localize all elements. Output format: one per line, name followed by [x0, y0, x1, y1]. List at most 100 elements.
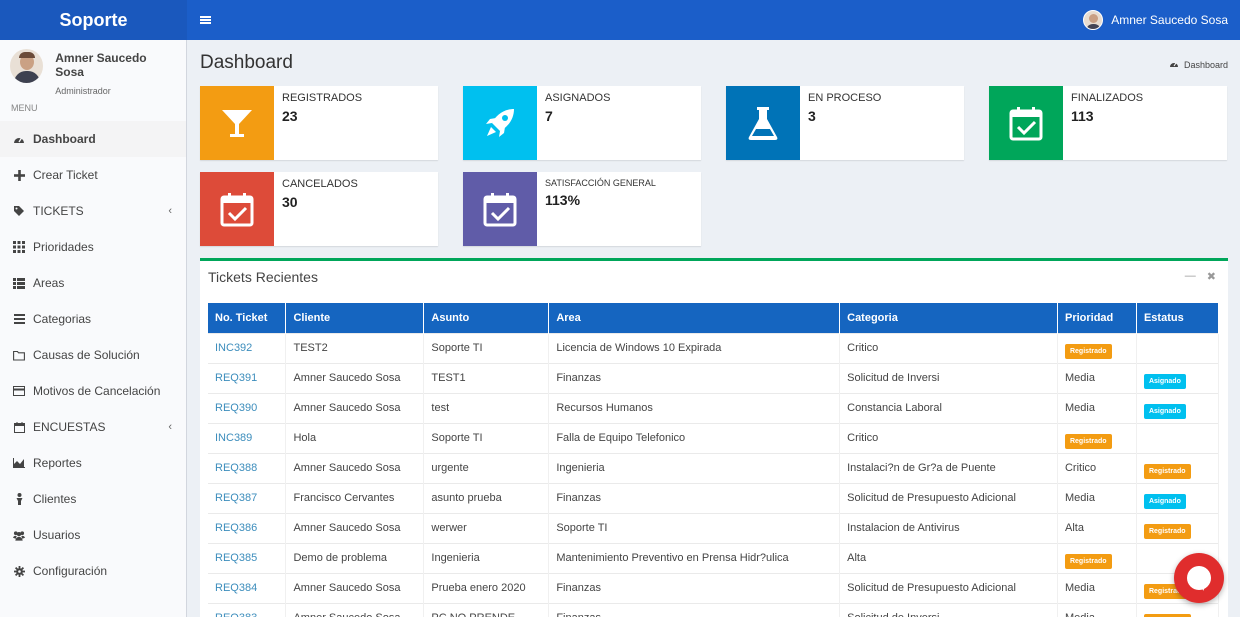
ticket-link[interactable]: INC389: [215, 432, 252, 444]
ticket-link[interactable]: REQ388: [215, 462, 257, 474]
stat-label: SATISFACCIÓN GENERAL: [545, 178, 656, 188]
sidebar-item-prioridades[interactable]: Prioridades: [0, 229, 186, 265]
recent-tickets-box: Tickets Recientes — ✖ No. Ticket Cliente A…: [200, 258, 1228, 617]
status-badge: Registrado: [1143, 523, 1191, 539]
sidebar-item-clientes[interactable]: Clientes: [0, 481, 186, 517]
cell-cliente: TEST2: [285, 332, 425, 363]
stat-label: EN PROCESO: [808, 92, 882, 104]
stat-box-registrados: REGISTRADOS 23: [200, 86, 438, 160]
sidebar-toggle-button[interactable]: [187, 0, 223, 40]
cell-estatus: Registrado: [1136, 452, 1220, 483]
sidebar: Amner Saucedo Sosa Administrador MENU Da…: [0, 40, 187, 617]
sidebar-item-tickets[interactable]: TICKETS ‹: [0, 193, 186, 229]
sidebar-item-crear-ticket[interactable]: Crear Ticket: [0, 157, 186, 193]
ticket-link[interactable]: REQ383: [215, 612, 257, 617]
cell-estatus: Asignado: [1136, 482, 1220, 513]
status-badge: Asignado: [1143, 373, 1186, 389]
ticket-link[interactable]: REQ384: [215, 582, 257, 594]
status-badge: Registrado: [1064, 433, 1112, 449]
ticket-id-cell: INC389: [208, 422, 287, 453]
chevron-left-icon: ‹: [168, 205, 172, 217]
column-header[interactable]: Categoria: [839, 303, 1058, 333]
top-navbar: Soporte Amner Saucedo Sosa: [0, 0, 1240, 40]
sidebar-item-dashboard[interactable]: Dashboard: [0, 121, 186, 157]
cell-estatus: Asignado: [1136, 362, 1220, 393]
cell-categoria: Solicitud de Inversi: [839, 602, 1058, 617]
ticket-link[interactable]: REQ386: [215, 522, 257, 534]
ticket-link[interactable]: REQ391: [215, 372, 257, 384]
sidebar-item-categorias[interactable]: Categorias: [0, 301, 186, 337]
cell-estatus: Registrado: [1136, 602, 1220, 617]
sidebar-item-label: TICKETS: [33, 204, 84, 218]
sidebar-item-label: ENCUESTAS: [33, 420, 106, 434]
sidebar-item-label: Motivos de Cancelación: [33, 384, 161, 398]
card-icon: [13, 385, 25, 397]
table-row[interactable]: REQ391 Amner Saucedo Sosa TEST1 Finanzas Sol…: [208, 362, 1220, 393]
sidebar-item-usuarios[interactable]: Usuarios: [0, 517, 186, 553]
table-row[interactable]: REQ388 Amner Saucedo Sosa urgente Ingenieri…: [208, 452, 1220, 483]
cell-categoria: Instalacion de Antivirus: [839, 512, 1058, 543]
cell-area: Finanzas: [548, 602, 841, 617]
dashboard-icon: [1169, 59, 1179, 71]
table-row[interactable]: REQ386 Amner Saucedo Sosa werwer Soporte TI…: [208, 512, 1220, 543]
cell-cliente: Amner Saucedo Sosa: [285, 362, 425, 393]
sidebar-item-label: Clientes: [33, 492, 77, 506]
calendar-check-icon: [200, 172, 274, 246]
app-logo[interactable]: Soporte: [0, 0, 187, 40]
cell-prioridad: Alta: [1057, 512, 1137, 543]
sidebar-item-label: Prioridades: [33, 240, 94, 254]
sidebar-item-encuestas[interactable]: ENCUESTAS ‹: [0, 409, 186, 445]
column-header[interactable]: Estatus: [1136, 303, 1220, 333]
sidebar-item-configuración[interactable]: Configuración: [0, 553, 186, 589]
breadcrumb-item[interactable]: Dashboard: [1184, 60, 1228, 70]
stat-label: CANCELADOS: [282, 178, 358, 190]
table-row[interactable]: INC392 TEST2 Soporte TI Licencia de Windows…: [208, 332, 1220, 363]
ticket-id-cell: REQ387: [208, 482, 287, 513]
sidebar-item-label: Crear Ticket: [33, 168, 98, 182]
users-icon: [13, 529, 25, 541]
cell-prioridad: Critico: [1057, 452, 1137, 483]
stat-value: 7: [545, 108, 553, 124]
ticket-link[interactable]: REQ385: [215, 552, 257, 564]
chat-bubble-icon: [1187, 566, 1211, 590]
user-menu[interactable]: Amner Saucedo Sosa: [1083, 10, 1228, 30]
cell-asunto: TEST1: [423, 362, 550, 393]
sidebar-item-areas[interactable]: Areas: [0, 265, 186, 301]
chat-button[interactable]: [1174, 553, 1224, 603]
column-header[interactable]: Cliente: [285, 303, 425, 333]
collapse-icon[interactable]: —: [1185, 270, 1196, 283]
dashboard-icon: [13, 133, 25, 145]
cell-estatus: [1136, 422, 1220, 453]
cell-estatus: [1136, 332, 1220, 363]
sidebar-item-reportes[interactable]: Reportes: [0, 445, 186, 481]
chevron-left-icon: ‹: [168, 421, 172, 433]
cell-estatus: Registrado: [1136, 512, 1220, 543]
table-row[interactable]: REQ390 Amner Saucedo Sosa test Recursos Hum…: [208, 392, 1220, 423]
cell-area: Finanzas: [548, 572, 841, 603]
ticket-link[interactable]: INC392: [215, 342, 252, 354]
tickets-table: No. Ticket Cliente Asunto Area Categoria Prio…: [208, 303, 1220, 617]
ticket-id-cell: REQ383: [208, 602, 287, 617]
column-header[interactable]: Area: [548, 303, 841, 333]
cell-asunto: Prueba enero 2020: [423, 572, 550, 603]
column-header[interactable]: Asunto: [423, 303, 550, 333]
table-row[interactable]: REQ384 Amner Saucedo Sosa Prueba enero 202…: [208, 572, 1220, 603]
cell-area: Mantenimiento Preventivo en Prensa Hidr?…: [548, 542, 841, 573]
sidebar-item-causas-de-solución[interactable]: Causas de Solución: [0, 337, 186, 373]
sidebar-item-label: Categorias: [33, 312, 92, 326]
column-header[interactable]: No. Ticket: [208, 303, 287, 333]
close-icon[interactable]: ✖: [1207, 270, 1216, 283]
page-title: Dashboard: [200, 52, 293, 73]
column-header[interactable]: Prioridad: [1057, 303, 1137, 333]
ticket-id-cell: REQ386: [208, 512, 287, 543]
breadcrumb[interactable]: Dashboard: [1169, 59, 1228, 71]
table-row[interactable]: REQ383 Amner Saucedo SosaPC NO PRENDEFina…: [208, 602, 1220, 617]
table-row[interactable]: REQ387 Francisco Cervantes asunto prueba Fi…: [208, 482, 1220, 513]
sidebar-item-motivos-de-cancelación[interactable]: Motivos de Cancelación: [0, 373, 186, 409]
stat-box-cancelados: CANCELADOS 30: [200, 172, 438, 246]
cell-asunto: urgente: [423, 452, 550, 483]
ticket-link[interactable]: REQ387: [215, 492, 257, 504]
ticket-link[interactable]: REQ390: [215, 402, 257, 414]
table-row[interactable]: REQ385 Demo de problema Ingenieria Mantenim…: [208, 542, 1220, 573]
table-row[interactable]: INC389 Hola Soporte TI Falla de Equipo Tele…: [208, 422, 1220, 453]
